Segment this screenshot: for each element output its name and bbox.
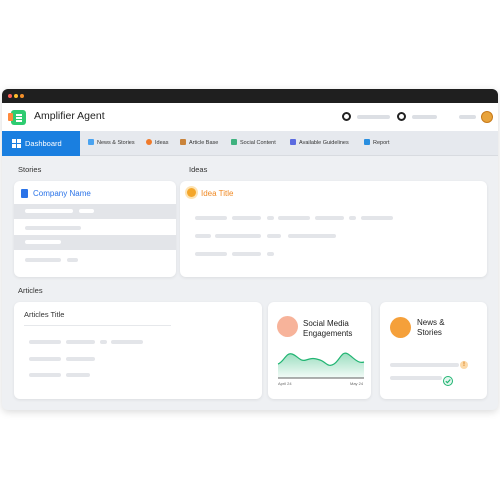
idea-line <box>267 216 274 220</box>
idea-line <box>267 252 274 256</box>
ideas-heading: Ideas <box>189 165 208 174</box>
document-icon <box>21 189 28 198</box>
search-icon[interactable] <box>397 112 406 121</box>
app-window: Amplifier Agent Dashboard News & Stories… <box>2 89 498 410</box>
app-title: Amplifier Agent <box>34 110 105 122</box>
articles-title[interactable]: Articles Title <box>24 310 64 319</box>
story-row-4 <box>25 258 61 262</box>
theme-toggle-icon[interactable] <box>342 112 351 121</box>
header-placeholder-2 <box>412 115 437 119</box>
guidelines-icon <box>290 139 296 145</box>
close-window-icon[interactable] <box>8 94 12 98</box>
lightbulb-icon <box>187 188 196 197</box>
divider <box>24 325 171 326</box>
warning-icon: ! <box>460 361 468 369</box>
story-row-3[interactable] <box>14 235 176 250</box>
lightbulb-icon <box>146 139 152 145</box>
idea-line <box>361 216 393 220</box>
nav-article-base[interactable]: Article Base <box>180 139 218 146</box>
window-titlebar <box>2 89 498 103</box>
article-line <box>66 340 95 344</box>
nav-news-stories[interactable]: News & Stories <box>88 139 135 146</box>
news-stories-title-line2: Stories <box>417 328 442 337</box>
story-row-2 <box>25 226 81 230</box>
nav-article-base-label: Article Base <box>189 140 219 146</box>
nav-social-content[interactable]: Social Content <box>231 139 276 146</box>
article-line <box>29 340 61 344</box>
app-header: Amplifier Agent <box>2 103 498 131</box>
share-icon <box>231 139 237 145</box>
dashboard-icon <box>12 139 21 148</box>
story-row-1[interactable] <box>14 204 176 219</box>
header-placeholder-1 <box>357 115 390 119</box>
company-name[interactable]: Company Name <box>33 189 91 198</box>
header-placeholder-3 <box>459 115 476 119</box>
article-line <box>100 340 107 344</box>
idea-line <box>349 216 356 220</box>
nav-available-guidelines-label: Available Guidelines <box>299 140 349 146</box>
stories-card[interactable]: Company Name <box>14 181 176 277</box>
nav-dashboard[interactable]: Dashboard <box>2 131 80 156</box>
article-line <box>29 357 61 361</box>
nav-dashboard-label: Dashboard <box>25 139 62 148</box>
idea-line <box>288 234 336 238</box>
nav-ideas[interactable]: Ideas <box>146 139 168 146</box>
idea-line <box>278 216 310 220</box>
check-icon <box>443 376 453 386</box>
idea-line <box>232 252 261 256</box>
article-line <box>111 340 143 344</box>
report-icon <box>364 139 370 145</box>
news-stories-card[interactable]: News & Stories ! <box>380 302 487 399</box>
chart-end-date: May 24 <box>350 381 364 386</box>
article-line <box>66 357 95 361</box>
story-row-4b <box>67 258 78 262</box>
idea-line <box>267 234 281 238</box>
idea-line <box>195 252 227 256</box>
user-avatar[interactable] <box>481 111 493 123</box>
book-icon <box>180 139 186 145</box>
news-stories-title: News & Stories <box>417 318 445 338</box>
nav-social-content-label: Social Content <box>240 140 276 146</box>
articles-card[interactable]: Articles Title <box>14 302 262 399</box>
idea-title[interactable]: Idea Title <box>201 189 233 198</box>
chart-start-date: April 24 <box>278 381 292 386</box>
news-stories-icon <box>390 317 411 338</box>
app-logo-icon <box>8 110 26 125</box>
idea-line <box>232 216 261 220</box>
news-stories-title-line1: News & <box>417 318 445 327</box>
nav-report-label: Report <box>373 140 390 146</box>
idea-line <box>315 216 344 220</box>
nav-ideas-label: Ideas <box>155 140 169 146</box>
megaphone-icon <box>88 139 94 145</box>
stories-heading: Stories <box>18 165 42 174</box>
news-line <box>390 363 459 367</box>
idea-line <box>215 234 261 238</box>
ideas-card[interactable]: Idea Title <box>180 181 487 277</box>
news-line <box>390 376 442 380</box>
social-media-card[interactable]: Social Media Engagements April 24 May 24 <box>268 302 371 399</box>
idea-line <box>195 234 211 238</box>
minimize-window-icon[interactable] <box>14 94 18 98</box>
maximize-window-icon[interactable] <box>20 94 24 98</box>
main-nav: Dashboard News & Stories Ideas Article B… <box>2 131 498 156</box>
nav-report[interactable]: Report <box>364 139 390 146</box>
nav-available-guidelines[interactable]: Available Guidelines <box>290 139 349 146</box>
nav-news-stories-label: News & Stories <box>97 140 135 146</box>
article-line <box>66 373 90 377</box>
articles-heading: Articles <box>18 286 43 295</box>
idea-line <box>195 216 227 220</box>
article-line <box>29 373 61 377</box>
